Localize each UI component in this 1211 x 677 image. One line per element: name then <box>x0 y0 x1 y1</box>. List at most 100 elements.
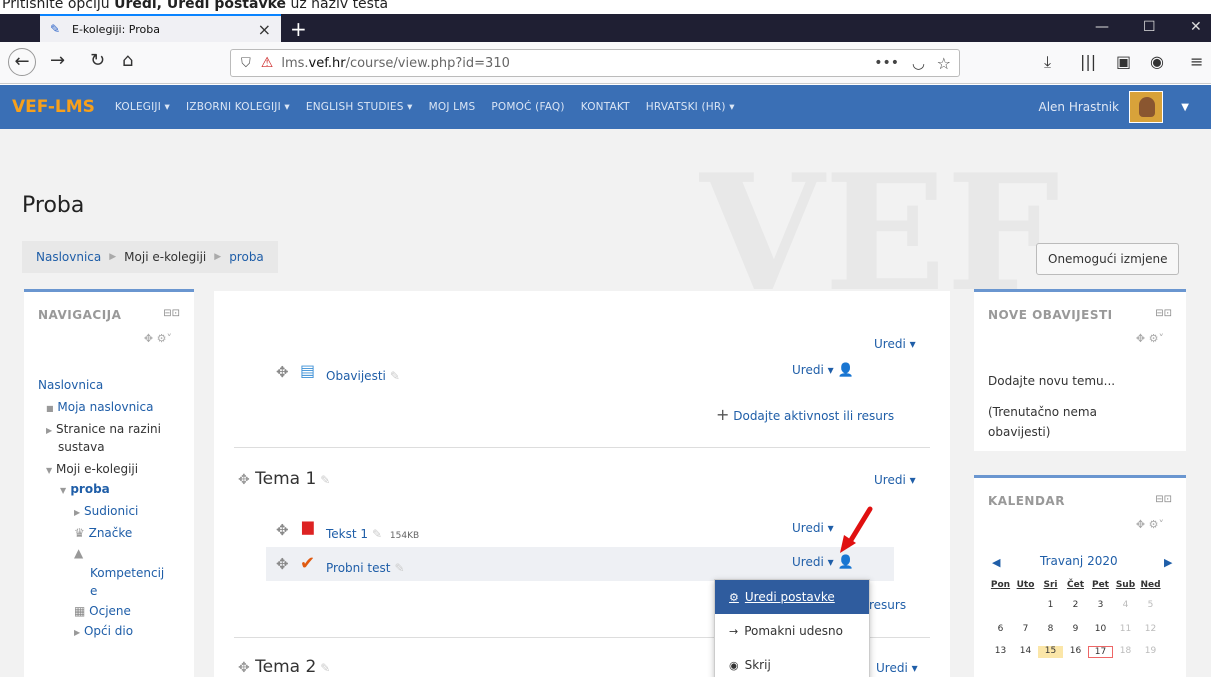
home-icon[interactable]: ⌂ <box>122 50 133 71</box>
activity-tekst1[interactable]: Tekst 1 ✎ 154KB <box>326 527 419 541</box>
news-block: NOVE OBAVIJESTI ⊟⊡ ✥ ⚙˅ Dodajte novu tem… <box>974 289 1186 451</box>
library-icon[interactable]: ||| <box>1080 52 1096 71</box>
nav-item-ocjene[interactable]: ▦ Ocjene <box>74 604 131 618</box>
block-dock-icon[interactable]: ⊟⊡ <box>163 308 180 319</box>
calendar-month[interactable]: Travanj 2020 <box>1040 554 1118 568</box>
calendar-weekdays: Pon Uto Sri Čet Pet Sub Ned <box>990 580 1161 590</box>
breadcrumb-proba[interactable]: proba <box>229 250 264 264</box>
nav-item-kompetencije[interactable]: Kompetencij <box>90 566 164 580</box>
breadcrumb-sep-icon: ▶ <box>109 252 117 262</box>
topic2-edit-menu[interactable]: Uredi ▾ <box>876 661 918 675</box>
browser-tab[interactable]: ✎ E-kolegiji: Proba × <box>40 14 281 42</box>
nav-item-proba[interactable]: ▼ proba <box>60 482 110 496</box>
nav-kolegiji[interactable]: KOLEGIJI ▾ <box>115 101 170 113</box>
edit-pencil-icon: ✎ <box>389 369 400 383</box>
calendar-week-3: 13 14 15 16 17 18 19 <box>994 646 1157 658</box>
breadcrumb-naslovnica[interactable]: Naslovnica <box>36 250 101 264</box>
tekst1-edit-menu[interactable]: Uredi ▾ <box>792 521 834 535</box>
page-content: VEF Proba Naslovnica ▶ Moji e-kolegiji ▶… <box>0 129 1211 677</box>
plus-icon: + <box>716 405 730 424</box>
add-activity-link-topic1[interactable]: resurs <box>869 598 906 612</box>
back-icon[interactable]: ← <box>8 48 36 76</box>
download-icon[interactable]: ⤓ <box>1044 52 1051 72</box>
move-icon[interactable]: ✥ <box>276 521 289 539</box>
menu-icon[interactable]: ≡ <box>1190 52 1203 71</box>
breadcrumb-moji-kolegiji[interactable]: Moji e-kolegiji <box>124 250 206 264</box>
bookmark-star-icon[interactable]: ☆ <box>937 54 951 73</box>
insecure-lock-icon[interactable]: ⚠ <box>261 55 274 71</box>
nav-english-studies[interactable]: ENGLISH STUDIES ▾ <box>306 101 413 113</box>
activity-obavijesti[interactable]: Obavijesti ✎ <box>326 369 400 383</box>
account-icon[interactable]: ◉ <box>1150 52 1164 71</box>
quiz-edit-menu[interactable]: Uredi ▾ 👤 <box>792 555 854 570</box>
page-title: Proba <box>22 193 85 218</box>
shield-icon[interactable]: ⛉ <box>241 56 251 71</box>
prev-month-icon[interactable]: ◀ <box>992 556 1000 569</box>
calendar-block: KALENDAR ⊟⊡ ✥ ⚙˅ ◀ Travanj 2020 ▶ Pon Uto… <box>974 475 1186 677</box>
block-dock-icon[interactable]: ⊟⊡ <box>1155 308 1172 319</box>
nav-item-opci-dio[interactable]: ▶ Opći dio <box>74 624 133 638</box>
nav-item-sudionici[interactable]: ▶ Sudionici <box>74 504 138 518</box>
move-icon[interactable]: ✥ <box>276 363 289 381</box>
menu-item-pomakni-udesno[interactable]: → Pomakni udesno <box>715 614 869 648</box>
nav-item-stranice[interactable]: ▶ Stranice na razini <box>46 422 161 436</box>
site-favicon-icon: ✎ <box>50 22 61 36</box>
tab-close-icon[interactable]: × <box>258 20 271 39</box>
nav-item-moji-kolegiji[interactable]: ▼ Moji e-kolegiji <box>46 462 138 476</box>
pdf-icon: ▆ <box>302 517 314 535</box>
topic-1-title[interactable]: ✥ Tema 1 ✎ <box>238 469 330 489</box>
nav-item-kompetencije-cont: e <box>90 584 98 598</box>
block-dock-icon[interactable]: ⊟⊡ <box>1155 494 1172 505</box>
browser-tab-strip: ✎ E-kolegiji: Proba × + — ☐ ✕ <box>0 14 1211 42</box>
pocket-icon[interactable]: ◡ <box>912 54 925 72</box>
reload-icon[interactable]: ↻ <box>90 50 105 71</box>
quiz-icon: ✔ <box>300 553 316 574</box>
minimize-icon[interactable]: — <box>1095 19 1109 35</box>
nav-item-stranice-cont: sustava <box>58 440 105 454</box>
site-brand[interactable]: VEF-LMS <box>12 97 95 117</box>
nav-item-naslovnica[interactable]: Naslovnica <box>38 378 103 392</box>
eye-icon: ◉ <box>729 658 739 672</box>
nav-moj-lms[interactable]: MOJ LMS <box>429 101 476 113</box>
role-person-icon: 👤 <box>837 363 854 378</box>
close-window-icon[interactable]: ✕ <box>1190 19 1202 35</box>
move-icon[interactable]: ✥ <box>276 555 289 573</box>
avatar[interactable] <box>1129 91 1163 123</box>
new-tab-icon[interactable]: + <box>290 17 307 41</box>
user-name[interactable]: Alen Hrastnik <box>1038 100 1119 114</box>
activity-edit-menu[interactable]: Uredi ▾ 👤 <box>792 363 854 378</box>
edit-pencil-icon: ✎ <box>372 527 383 541</box>
nav-item-znacke[interactable]: ♛ Značke <box>74 526 132 540</box>
forward-icon[interactable]: → <box>50 50 65 71</box>
sidebar-icon[interactable]: ▣ <box>1116 52 1131 71</box>
topic-2-title[interactable]: ✥ Tema 2 ✎ <box>238 657 330 677</box>
nav-pomoc[interactable]: POMOĆ (FAQ) <box>491 101 564 113</box>
block-title: NAVIGACIJA <box>38 308 122 322</box>
nav-izborni-kolegiji[interactable]: IZBORNI KOLEGIJI ▾ <box>186 101 290 113</box>
section0-edit-menu[interactable]: Uredi ▾ <box>874 337 916 351</box>
maximize-icon[interactable]: ☐ <box>1143 19 1156 35</box>
add-activity-link[interactable]: + Dodajte aktivnost ili resurs <box>716 405 894 424</box>
nav-item-moja-naslovnica[interactable]: ■ Moja naslovnica <box>46 400 153 414</box>
next-month-icon[interactable]: ▶ <box>1164 556 1172 569</box>
nav-language[interactable]: HRVATSKI (HR) ▾ <box>646 101 735 113</box>
menu-item-uredi-postavke[interactable]: ⚙ Uredi postavke <box>715 580 869 614</box>
add-topic-link[interactable]: Dodajte novu temu... <box>988 374 1115 388</box>
arrow-right-icon: → <box>729 624 739 638</box>
block-move-icon[interactable]: ✥ ⚙˅ <box>144 332 172 345</box>
topic1-edit-menu[interactable]: Uredi ▾ <box>874 473 916 487</box>
address-bar[interactable]: ⛉ ⚠ lms.vef.hr/course/view.php?id=310 ••… <box>230 49 960 77</box>
nav-kontakt[interactable]: KONTAKT <box>581 101 630 113</box>
user-menu-caret-icon[interactable]: ▼ <box>1181 102 1189 113</box>
calendar-week-2: 6 7 8 9 10 11 12 <box>997 624 1157 634</box>
disable-editing-button[interactable]: Onemogući izmjene <box>1036 243 1180 275</box>
block-move-icon[interactable]: ✥ ⚙˅ <box>1136 518 1164 531</box>
edit-pencil-icon: ✎ <box>320 473 331 487</box>
grades-icon: ▦ <box>74 604 86 618</box>
block-move-icon[interactable]: ✥ ⚙˅ <box>1136 332 1164 345</box>
page-actions-icon[interactable]: ••• <box>874 55 899 71</box>
menu-item-skrij[interactable]: ◉ Skrij <box>715 648 869 677</box>
activity-probni-test[interactable]: Probni test ✎ <box>326 561 405 575</box>
forum-icon: ▤ <box>300 361 316 380</box>
edit-pencil-icon: ✎ <box>394 561 405 575</box>
